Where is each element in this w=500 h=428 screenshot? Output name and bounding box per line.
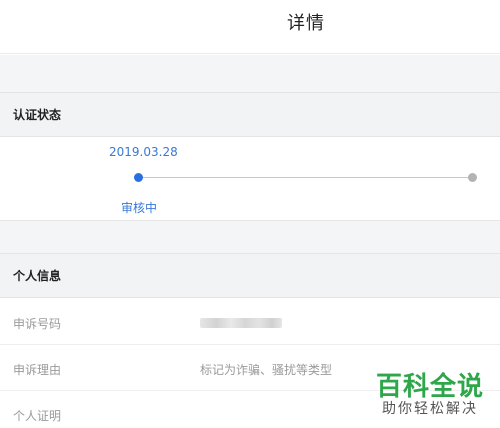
section-header-info: 个人信息: [0, 253, 500, 298]
timeline-dot-pending: [468, 173, 477, 182]
page-title: 详情: [287, 13, 325, 34]
personal-proof-label: 个人证明: [13, 409, 62, 423]
info-row-appeal-number: 申诉号码: [0, 299, 500, 345]
status-timeline: 2019.03.28 审核中: [0, 137, 500, 221]
spacer: [0, 221, 500, 253]
timeline-track: [138, 177, 473, 178]
timeline-dot-current: [134, 173, 143, 182]
appeal-reason-label: 申诉理由: [13, 363, 62, 377]
spacer: [0, 55, 500, 93]
section-title-status: 认证状态: [13, 108, 62, 122]
status-date: 2019.03.28: [109, 145, 178, 159]
status-step-label: 审核中: [121, 201, 158, 215]
section-header-status: 认证状态: [0, 92, 500, 137]
watermark-subtitle: 助你轻松解决: [382, 401, 478, 417]
nav-header: 详情: [0, 0, 500, 54]
appeal-number-value-redacted: [200, 318, 282, 328]
appeal-reason-value: 标记为诈骗、骚扰等类型: [200, 363, 333, 377]
watermark-logo: 百科全说 助你轻松解决: [376, 366, 494, 422]
section-title-info: 个人信息: [13, 269, 62, 283]
appeal-number-label: 申诉号码: [13, 317, 62, 331]
